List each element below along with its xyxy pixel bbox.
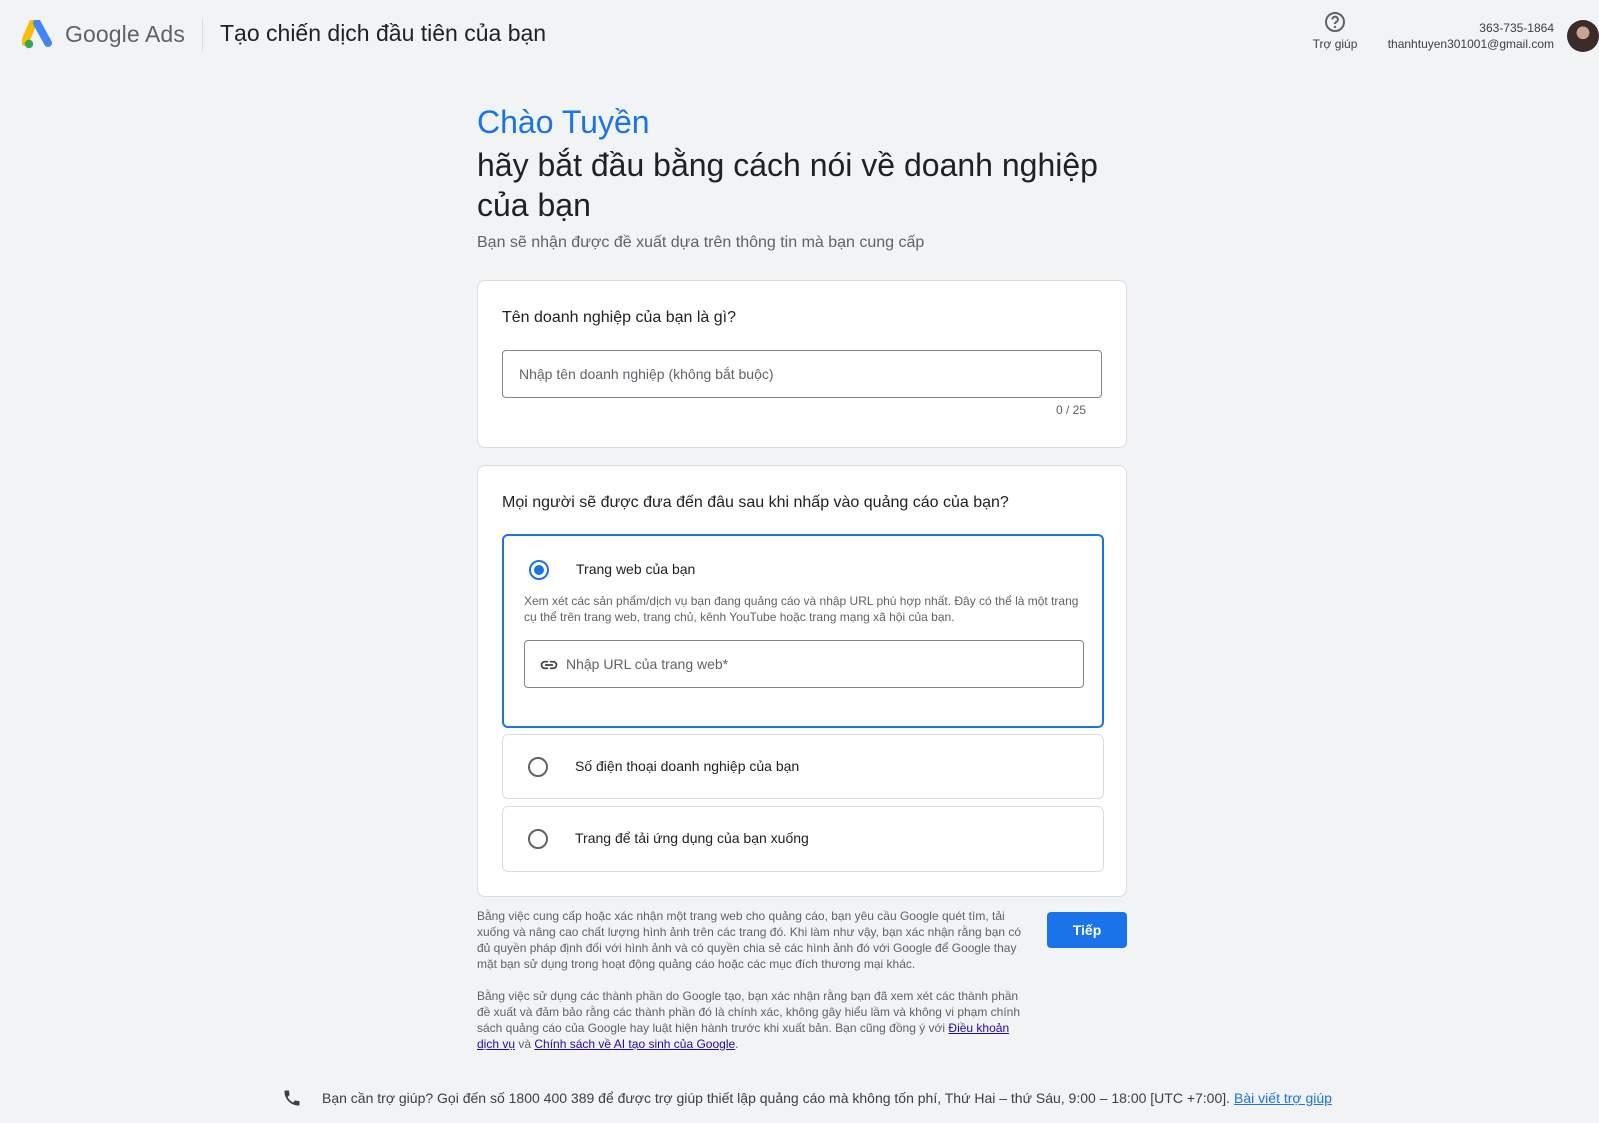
help-button[interactable]: Trợ giúp [1305,10,1365,51]
character-counter: 0 / 25 [1055,403,1086,417]
option-website-description: Xem xét các sản phẩm/dịch vụ bạn đang qu… [524,594,1079,624]
legal-paragraph-1: Bằng việc cung cấp hoặc xác nhận một tra… [477,909,1022,971]
account-id: 363-735-1864 [1479,21,1554,35]
link-icon [540,660,558,670]
help-footer: Bạn cần trợ giúp? Gọi đến số 1800 400 38… [282,1088,1332,1108]
footer-text: Bạn cần trợ giúp? Gọi đến số 1800 400 38… [322,1090,1231,1106]
business-name-question: Tên doanh nghiệp của bạn là gì? [502,309,736,326]
url-field[interactable] [524,640,1084,688]
account-email: thanhtuyen301001@gmail.com [1387,37,1554,51]
legal-text: Bằng việc cung cấp hoặc xác nhận một tra… [477,908,1033,1068]
brand-name: Google Ads [65,21,185,47]
help-icon [1325,12,1345,32]
account-info[interactable]: 363-735-1864 thanhtuyen301001@gmail.com [1388,20,1554,52]
help-article-link[interactable]: Bài viết trợ giúp [1234,1090,1332,1106]
business-name-card: Tên doanh nghiệp của bạn là gì? 0 / 25 [477,280,1127,448]
destination-question: Mọi người sẽ được đưa đến đâu sau khi nh… [502,494,1009,511]
option-phone-label: Số điện thoại doanh nghiệp của bạn [575,758,800,774]
subline: Bạn sẽ nhận được đề xuất dựa trên thông … [477,234,925,251]
destination-card: Mọi người sẽ được đưa đến đâu sau khi nh… [477,465,1127,897]
page-title: Tạo chiến dịch đầu tiên của bạn [220,20,547,46]
radio-phone[interactable] [528,757,548,777]
option-app[interactable]: Trang để tải ứng dụng của bạn xuống [502,806,1104,872]
legal-paragraph-2-text: Bằng việc sử dụng các thành phần do Goog… [477,989,1021,1035]
headline: hãy bắt đầu bằng cách nói về doanh nghiệ… [477,147,1098,223]
avatar[interactable] [1567,20,1599,52]
radio-website[interactable] [529,560,549,580]
ai-policy-link[interactable]: Chính sách về AI tạo sinh của Google [534,1037,735,1051]
google-ads-logo[interactable] [22,20,54,50]
radio-app[interactable] [528,829,548,849]
header-divider [202,19,203,52]
url-input[interactable] [566,641,1076,687]
app-header: Google Ads Tạo chiến dịch đầu tiên của b… [0,0,1599,72]
phone-icon [284,1090,300,1106]
business-name-input[interactable] [502,350,1102,398]
period: . [735,1037,739,1051]
option-app-label: Trang để tải ứng dụng của bạn xuống [575,830,809,846]
next-button[interactable]: Tiếp [1047,912,1127,948]
legal-paragraph-2: Bằng việc sử dụng các thành phần do Goog… [477,988,1033,1052]
and-word: và [515,1037,535,1051]
option-website-label: Trang web của bạn [576,561,696,577]
greeting: Chào Tuyền [477,104,650,140]
option-website[interactable]: Trang web của bạn Xem xét các sản phẩm/d… [502,534,1104,728]
option-phone[interactable]: Số điện thoại doanh nghiệp của bạn [502,734,1104,799]
help-label: Trợ giúp [1312,37,1358,51]
